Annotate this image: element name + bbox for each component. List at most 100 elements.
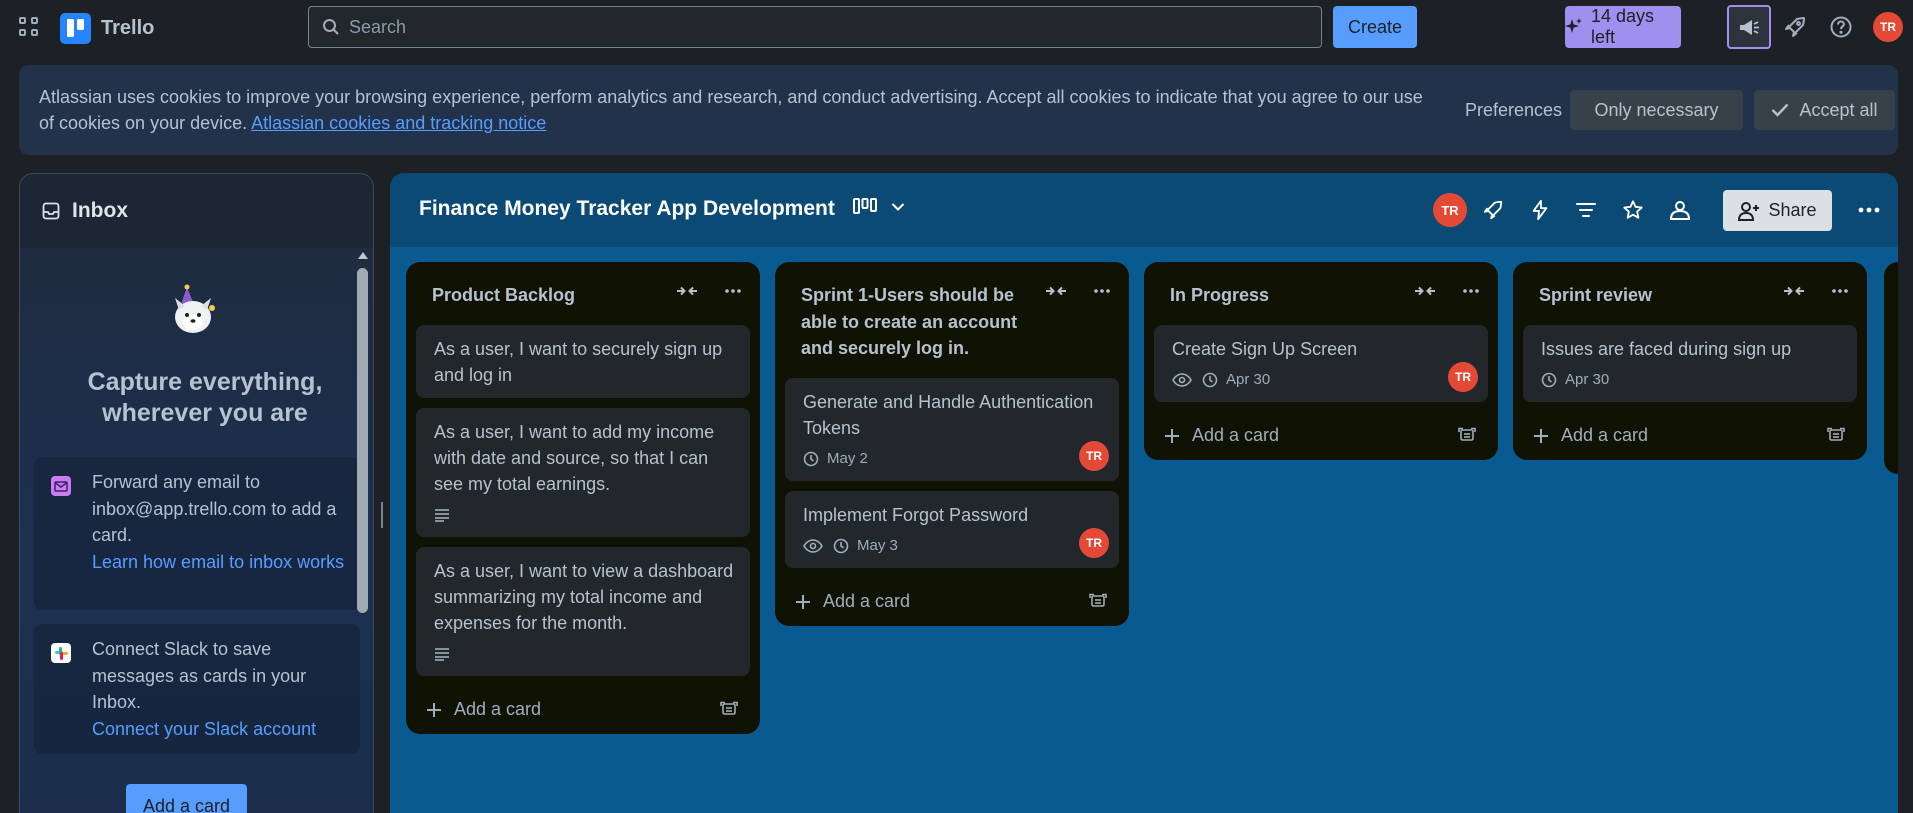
rocket-icon[interactable] [1782,14,1808,40]
inbox-scrollbar[interactable] [355,250,369,813]
add-card-label: Add a card [1561,425,1649,445]
watching-eye-icon [1172,372,1192,387]
card[interactable]: As a user, I want to securely sign up an… [416,324,750,398]
only-necessary-button[interactable]: Only necessary [1570,90,1743,130]
cookie-preferences-button[interactable]: Preferences [1446,90,1581,130]
collapse-list-icon[interactable] [1414,284,1436,298]
card[interactable]: As a user, I want to add my income with … [416,407,750,537]
list-in-progress: In Progress Create Sign Up Screen Apr 30… [1144,262,1498,460]
app-switcher-icon[interactable] [18,16,40,38]
add-card-button[interactable]: Add a card [775,578,1129,626]
inbox-panel: Inbox Capture everything, wherever you a… [19,173,374,813]
megaphone-icon [1737,15,1761,39]
create-button[interactable]: Create [1333,6,1417,48]
inbox-add-card-button[interactable]: Add a card [126,784,247,813]
list-title[interactable]: Product Backlog [406,262,760,309]
connect-slack-link[interactable]: Connect your Slack account [92,716,348,743]
card-template-icon[interactable] [720,701,738,717]
list-menu-icon[interactable] [1093,284,1111,298]
inbox-icon [42,202,60,220]
list-title[interactable]: Sprint 1-Users should be able to create … [775,262,1129,362]
card-title: As a user, I want to securely sign up an… [434,338,723,385]
card[interactable]: Issues are faced during sign up Apr 30 [1523,324,1857,402]
trello-logo-icon [60,13,91,44]
list-sprint-1: Sprint 1-Users should be able to create … [775,262,1129,626]
list-product-backlog: Product Backlog As a user, I want to sec… [406,262,760,734]
share-label: Share [1768,200,1817,220]
add-card-button[interactable]: Add a card [406,686,760,734]
search-input[interactable] [349,16,1321,38]
card-member-avatar[interactable]: TR [1079,440,1109,471]
inbox-title: Inbox [72,199,128,222]
cookie-notice-link[interactable]: Atlassian cookies and tracking notice [251,113,546,133]
trial-label: 14 days left [1591,6,1655,47]
cookie-text: Atlassian uses cookies to improve your b… [39,87,1423,133]
slack-card-text: Connect Slack to save messages as cards … [92,639,307,712]
board-view-switcher[interactable] [853,198,905,216]
star-icon[interactable] [1620,197,1646,223]
card-template-icon[interactable] [1089,593,1107,609]
list-sprint-review: Sprint review Issues are faced during si… [1513,262,1867,460]
search-bar[interactable] [308,6,1322,48]
automation-icon[interactable] [1527,197,1553,223]
plus-icon [1164,428,1180,444]
list-menu-icon[interactable] [724,284,742,298]
board-title[interactable]: Finance Money Tracker App Development [419,197,835,221]
list-title[interactable]: In Progress [1144,262,1498,309]
add-card-label: Add a card [454,699,542,719]
top-navigation-bar: Trello Create 14 days left TR [0,0,1913,56]
cookie-message: Atlassian uses cookies to improve your b… [39,84,1439,136]
app-name: Trello [101,17,155,39]
collapse-list-icon[interactable] [1783,284,1805,298]
clock-icon [803,451,819,467]
visibility-icon[interactable] [1667,197,1693,223]
due-date: Apr 30 [1565,370,1610,388]
list-menu-icon[interactable] [1462,284,1480,298]
card-title: As a user, I want to view a dashboard su… [434,560,734,633]
due-date: May 2 [827,449,868,467]
watching-eye-icon [803,538,823,553]
due-date-badge: May 2 [803,446,868,472]
card[interactable]: Implement Forgot Password May 3 TR [785,490,1119,568]
list-title[interactable]: Sprint review [1513,262,1867,309]
help-icon[interactable] [1828,14,1854,40]
board-member-avatar[interactable]: TR [1433,193,1467,227]
search-icon [322,18,340,36]
inbox-header: Inbox [20,174,373,248]
announcements-button[interactable] [1727,5,1771,49]
slack-connect-card: Connect Slack to save messages as cards … [34,624,360,754]
power-ups-icon[interactable] [1480,197,1506,223]
card[interactable]: Create Sign Up Screen Apr 30 TR [1154,324,1488,402]
collapse-list-icon[interactable] [1045,284,1067,298]
list-menu-icon[interactable] [1831,284,1849,298]
trial-days-button[interactable]: 14 days left [1565,6,1681,48]
card-template-icon[interactable] [1827,427,1845,443]
card-member-avatar[interactable]: TR [1079,527,1109,558]
card-template-icon[interactable] [1458,427,1476,443]
email-icon [50,475,72,497]
user-avatar[interactable]: TR [1873,12,1903,42]
share-button[interactable]: Share [1723,190,1832,231]
card[interactable]: As a user, I want to view a dashboard su… [416,546,750,676]
more-options-icon[interactable] [1856,197,1882,223]
scroll-thumb[interactable] [357,268,368,613]
card-title: Generate and Handle Authentication Token… [803,391,1094,438]
card[interactable]: Generate and Handle Authentication Token… [785,377,1119,481]
panel-resize-handle[interactable] [381,502,383,528]
collapse-list-icon[interactable] [676,284,698,298]
add-card-button[interactable]: Add a card [1144,412,1498,460]
scroll-up-arrow-icon[interactable] [358,252,368,259]
board-view-icon [853,198,877,216]
accept-all-button[interactable]: Accept all [1754,90,1895,130]
inbox-headline: Capture everything, wherever you are [87,368,323,427]
email-to-inbox-card: Forward any email to inbox@app.trello.co… [34,457,360,610]
description-icon [434,647,450,661]
due-date-badge: May 3 [833,533,898,559]
add-card-button[interactable]: Add a card [1513,412,1867,460]
trello-logo[interactable]: Trello [60,13,154,44]
check-icon [1771,103,1789,117]
email-to-inbox-link[interactable]: Learn how email to inbox works [92,549,348,576]
filter-icon[interactable] [1573,197,1599,223]
card-member-avatar[interactable]: TR [1448,361,1478,392]
chevron-down-icon [891,202,905,212]
